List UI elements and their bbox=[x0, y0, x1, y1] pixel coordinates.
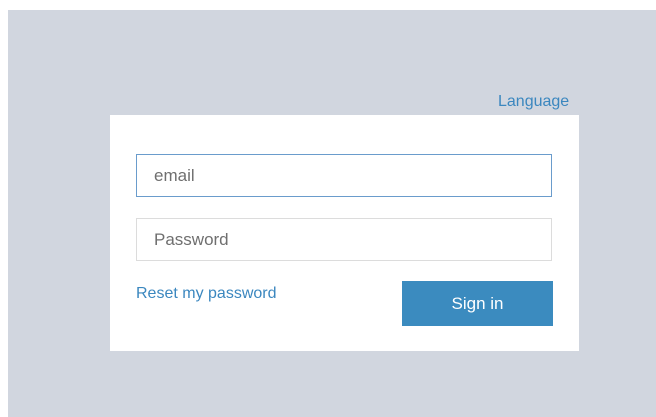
password-field[interactable] bbox=[136, 218, 552, 261]
sign-in-button[interactable]: Sign in bbox=[402, 281, 553, 326]
reset-password-link[interactable]: Reset my password bbox=[136, 285, 277, 303]
email-field[interactable] bbox=[136, 154, 552, 197]
language-link[interactable]: Language bbox=[498, 93, 569, 111]
page-background: Language Reset my password Sign in bbox=[8, 10, 656, 417]
login-card: Reset my password Sign in bbox=[110, 115, 579, 351]
